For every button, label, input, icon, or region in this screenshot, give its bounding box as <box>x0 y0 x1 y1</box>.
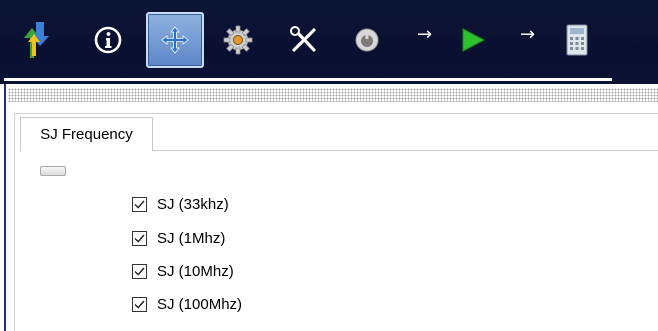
dotted-separator <box>8 88 658 102</box>
info-button[interactable] <box>86 14 130 66</box>
checkmark-icon <box>134 300 145 309</box>
up-down-arrows-button[interactable] <box>14 14 58 66</box>
checkbox[interactable] <box>132 263 147 279</box>
tools-button[interactable] <box>282 14 326 66</box>
flow-arrow-icon: → <box>520 24 536 45</box>
power-icon <box>355 28 379 52</box>
checkbox-row[interactable]: SJ (1Mhz) <box>132 228 225 248</box>
play-icon <box>462 28 486 52</box>
checkbox-row[interactable]: SJ (10Mhz) <box>132 261 234 281</box>
checkbox[interactable] <box>132 230 147 246</box>
left-frame-border <box>4 84 6 331</box>
checkmark-icon <box>134 234 145 243</box>
report-button[interactable] <box>555 14 599 66</box>
checkbox-label: SJ (10Mhz) <box>157 262 234 280</box>
move-button[interactable] <box>146 12 204 68</box>
checkbox[interactable] <box>132 196 147 212</box>
checkbox-row[interactable]: SJ (33khz) <box>132 194 229 214</box>
checkmark-icon <box>134 267 145 276</box>
settings-button[interactable] <box>216 14 260 66</box>
checkbox-label: SJ (1Mhz) <box>157 229 226 247</box>
gear-icon <box>223 25 253 55</box>
run-button[interactable] <box>450 14 494 66</box>
checkmark-icon <box>134 200 145 209</box>
tab-sj-frequency[interactable]: SJ Frequency <box>20 117 153 151</box>
tab-label: SJ Frequency <box>40 126 133 143</box>
checkbox-label: SJ (100Mhz) <box>157 295 243 313</box>
checkbox-row[interactable]: SJ (100Mhz) <box>132 294 242 314</box>
tab-strip-line <box>153 150 658 151</box>
flow-arrow-icon: → <box>417 24 433 45</box>
toolbar: → → <box>0 0 658 84</box>
checkbox[interactable] <box>132 296 147 312</box>
checkbox-label: SJ (33khz) <box>157 195 229 213</box>
up-down-arrows-icon <box>24 22 49 58</box>
toolbar-underline <box>4 78 612 81</box>
move-crosshair-icon <box>161 26 189 54</box>
calculator-icon <box>566 24 588 56</box>
collapse-button[interactable] <box>40 166 66 176</box>
power-button[interactable] <box>345 14 389 66</box>
info-icon <box>94 26 122 54</box>
tools-icon <box>290 26 316 52</box>
